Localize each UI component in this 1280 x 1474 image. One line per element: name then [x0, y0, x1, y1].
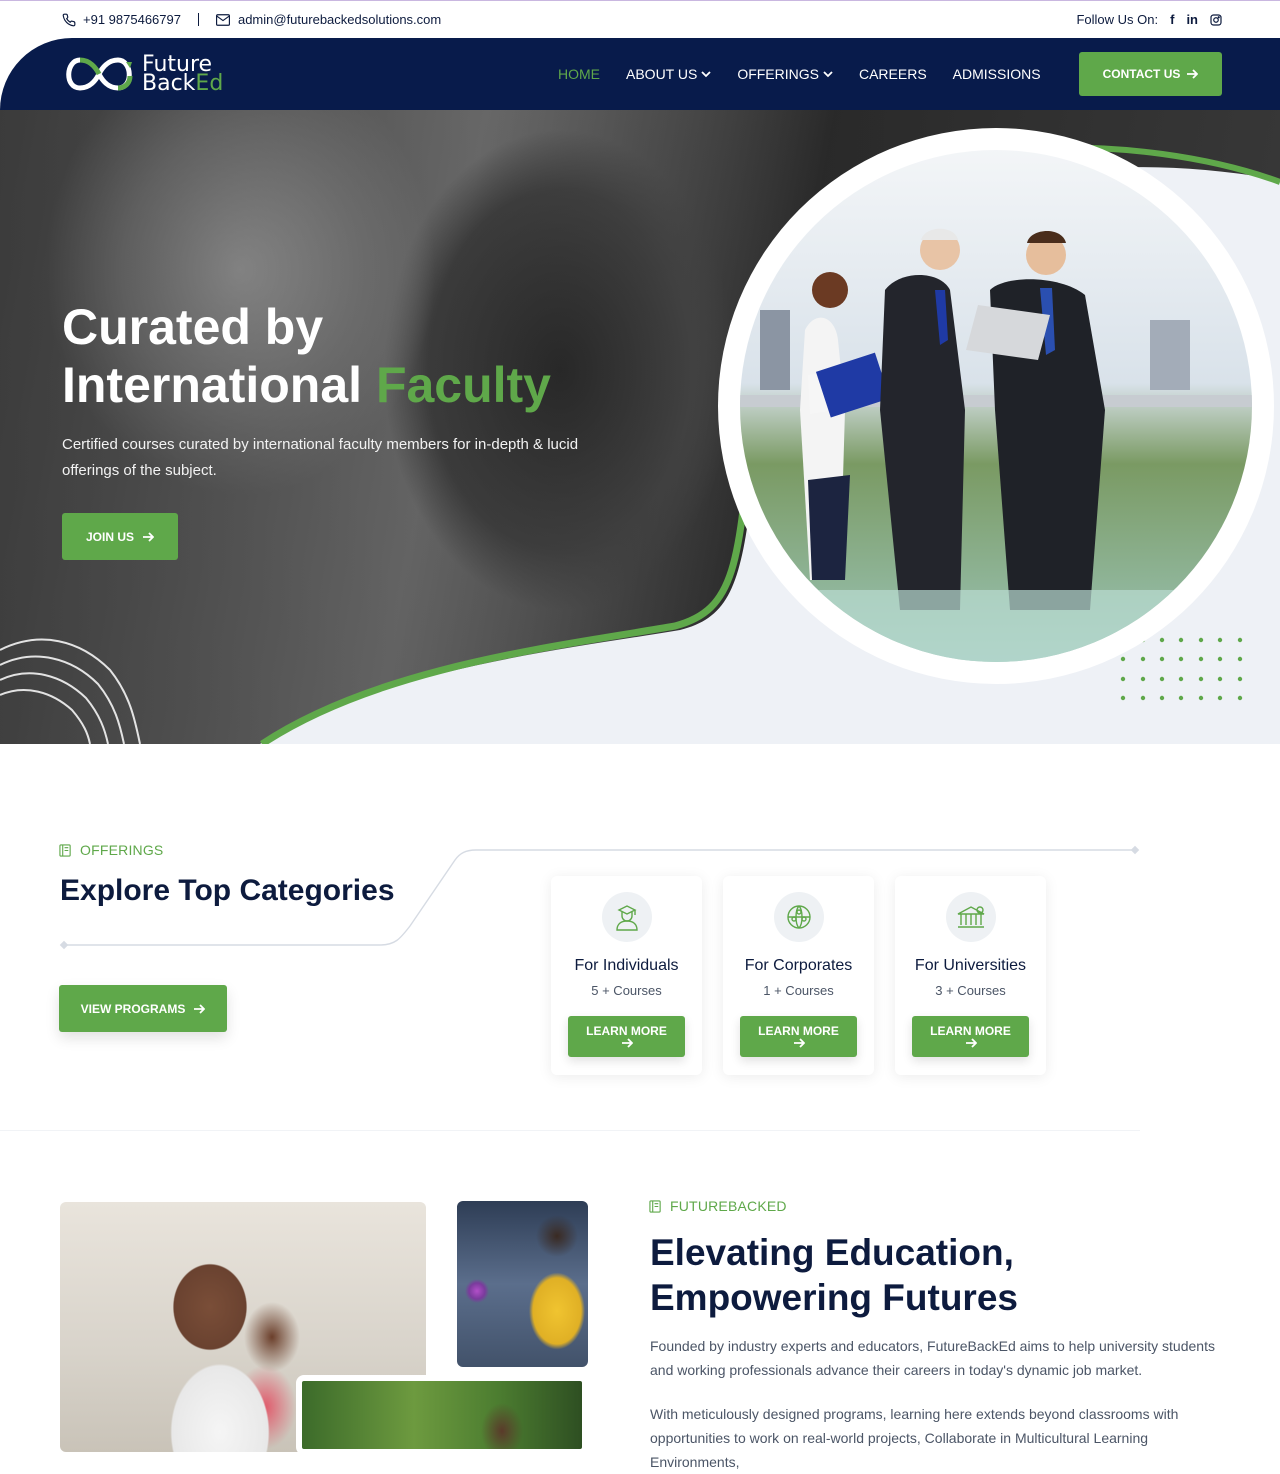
logo-back: Back	[142, 71, 196, 96]
corporate-globe-icon	[786, 905, 811, 929]
nav-careers[interactable]: CAREERS	[859, 66, 927, 82]
student-phone-photo	[457, 1201, 588, 1367]
university-icon	[957, 906, 984, 928]
email-address: admin@futurebackedsolutions.com	[237, 12, 442, 27]
join-us-label: JOIN US	[85, 529, 134, 544]
nav-about-us[interactable]: ABOUT US	[626, 66, 711, 82]
outdoor-student-photo	[296, 1375, 588, 1455]
arrow-right-icon	[621, 1038, 633, 1048]
phone-link[interactable]: +91 9875466797	[62, 12, 181, 27]
about-title-line-2: Empowering Futures	[650, 1277, 1018, 1318]
nav-careers-label: CAREERS	[858, 66, 927, 82]
arrow-right-icon	[143, 531, 154, 542]
view-programs-button[interactable]: VIEW PROGRAMS	[59, 985, 227, 1032]
hero-title-faculty: Faculty	[375, 357, 551, 413]
site-logo[interactable]: Future BackEd	[60, 54, 224, 96]
futurebacked-tag-label: FUTUREBACKED	[670, 1198, 787, 1214]
about-paragraph-1: Founded by industry experts and educator…	[650, 1338, 1215, 1378]
nav-admissions[interactable]: ADMISSIONS	[953, 66, 1041, 82]
arrow-right-icon	[965, 1038, 977, 1048]
phone-icon	[62, 13, 76, 26]
nav-offerings[interactable]: OFFERINGS	[737, 66, 833, 82]
category-card-corporates[interactable]: For Corporates 1 + Courses LEARN MORE	[723, 876, 874, 1075]
card-icon-wrap	[945, 892, 996, 942]
email-link[interactable]: admin@futurebackedsolutions.com	[215, 12, 442, 27]
hero-title-line-2: International Faculty	[62, 356, 551, 414]
card-title: For Universities	[914, 957, 1027, 974]
linkedin-icon[interactable]: in	[1186, 12, 1198, 27]
book-icon	[59, 843, 71, 857]
nav-offerings-label: OFFERINGS	[737, 66, 819, 82]
main-navbar: Future BackEd HOME ABOUT US OFFERINGS CA…	[0, 38, 1280, 110]
logo-wordmark: Future BackEd	[142, 54, 224, 96]
wave-lines-decor	[0, 638, 141, 744]
logo-ed: Ed	[195, 71, 224, 96]
main-menu: HOME ABOUT US OFFERINGS CAREERS ADMISSIO…	[558, 66, 1067, 82]
category-card-individuals[interactable]: For Individuals 5 + Courses LEARN MORE	[551, 876, 702, 1075]
learn-more-label: LEARN MORE	[758, 1024, 839, 1038]
phone-number: +91 9875466797	[83, 12, 181, 27]
mail-icon	[215, 13, 230, 26]
category-card-universities[interactable]: For Universities 3 + Courses LEARN MORE	[895, 876, 1046, 1075]
learn-more-label: LEARN MORE	[930, 1024, 1011, 1038]
card-title: For Individuals	[574, 957, 679, 974]
contact-us-label: CONTACT US	[1102, 67, 1181, 81]
social-follow: Follow Us On: f in	[1076, 12, 1222, 27]
contact-info: +91 9875466797 admin@futurebackedsolutio…	[62, 12, 441, 27]
offerings-tag-label: OFFERINGS	[80, 842, 164, 858]
join-us-button[interactable]: JOIN US	[62, 513, 178, 560]
about-section: FUTUREBACKED Elevating Education, Empowe…	[0, 1130, 1280, 1470]
nav-admissions-label: ADMISSIONS	[952, 66, 1041, 82]
card-course-count: 3 + Courses	[935, 983, 1006, 998]
nav-home-label: HOME	[558, 66, 600, 82]
futurebacked-tag: FUTUREBACKED	[649, 1198, 787, 1214]
offerings-section: OFFERINGS Explore Top Categories VIEW PR…	[0, 744, 1280, 1130]
infinity-logo-icon	[66, 57, 133, 91]
nav-about-label: ABOUT US	[626, 66, 698, 82]
instagram-icon[interactable]	[1210, 13, 1222, 26]
chevron-down-icon	[701, 70, 711, 77]
about-title-line-1: Elevating Education,	[650, 1232, 1014, 1273]
top-bar: +91 9875466797 admin@futurebackedsolutio…	[0, 0, 1280, 38]
hero-title-international: International	[62, 357, 363, 413]
arrow-right-icon	[793, 1038, 805, 1048]
chevron-down-icon	[823, 70, 833, 77]
learn-more-button[interactable]: LEARN MORE	[912, 1016, 1029, 1057]
hero-title: Curated by International Faculty	[62, 298, 551, 414]
graduate-icon	[615, 905, 638, 931]
card-course-count: 1 + Courses	[763, 983, 834, 998]
facebook-icon[interactable]: f	[1170, 12, 1174, 27]
divider	[197, 13, 199, 26]
learn-more-button[interactable]: LEARN MORE	[740, 1016, 857, 1057]
arrow-right-icon	[194, 1003, 206, 1014]
learn-more-button[interactable]: LEARN MORE	[568, 1016, 685, 1057]
card-course-count: 5 + Courses	[591, 983, 662, 998]
card-title: For Corporates	[744, 957, 853, 974]
about-paragraph-2: With meticulously designed programs, lea…	[650, 1406, 1179, 1470]
section-divider	[0, 1130, 1140, 1131]
card-icon-wrap	[773, 892, 824, 942]
nav-home[interactable]: HOME	[558, 66, 600, 82]
hero-decor	[0, 128, 1280, 744]
learn-more-label: LEARN MORE	[586, 1024, 667, 1038]
hero-section: Curated by International Faculty Certifi…	[0, 110, 1280, 744]
offerings-tag: OFFERINGS	[59, 842, 163, 858]
contact-us-button[interactable]: CONTACT US	[1079, 52, 1222, 96]
hero-title-line-1: Curated by	[62, 299, 324, 355]
view-programs-label: VIEW PROGRAMS	[80, 1001, 186, 1016]
follow-label: Follow Us On:	[1076, 12, 1159, 27]
arrow-right-icon	[1187, 69, 1199, 79]
logo-line-2: BackEd	[142, 71, 224, 96]
about-title: Elevating Education, Empowering Futures	[650, 1230, 1250, 1320]
offerings-title: Explore Top Categories	[60, 874, 395, 907]
book-icon	[649, 1199, 661, 1213]
card-icon-wrap	[601, 892, 652, 942]
hero-subtitle: Certified courses curated by internation…	[62, 436, 579, 479]
